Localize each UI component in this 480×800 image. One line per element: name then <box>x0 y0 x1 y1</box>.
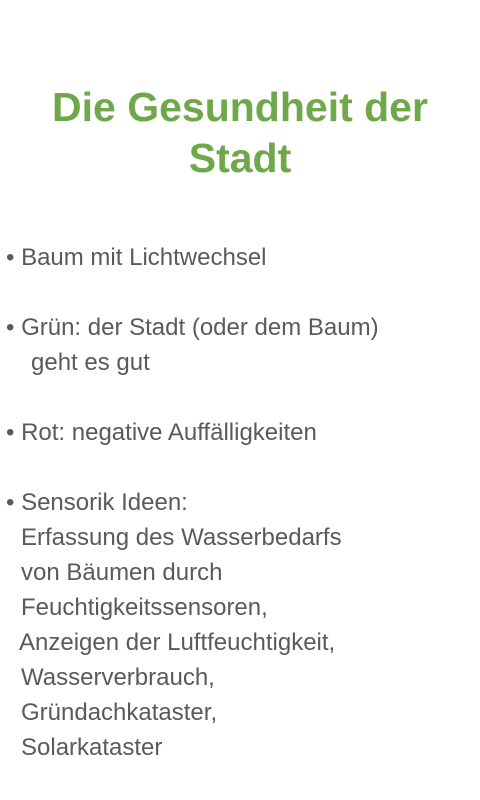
bullet-text-continuation: Erfassung des Wasserbedarfs <box>21 524 342 551</box>
bullet-text: • Rot: negative Auffälligkeiten <box>6 419 317 446</box>
bullet-item-sensorik: • Sensorik Ideen: Erfassung des Wasserbe… <box>6 485 476 765</box>
bullet-text-continuation: von Bäumen durch <box>21 559 223 586</box>
bullet-text-continuation: Gründachkataster, <box>21 699 218 726</box>
bullet-item-rot: • Rot: negative Auffälligkeiten <box>6 415 476 450</box>
bullet-text: • Baum mit Lichtwechsel <box>6 244 267 271</box>
slide-title-line-2: Stadt <box>188 135 292 181</box>
bullet-text: • Grün: der Stadt (oder dem Baum) <box>6 314 379 341</box>
slide-title: Die Gesundheit der Stadt <box>0 82 480 184</box>
bullet-text-continuation: Feuchtigkeitssensoren, <box>21 594 268 621</box>
bullet-item-gruen: • Grün: der Stadt (oder dem Baum) geht e… <box>6 310 476 380</box>
slide-title-line-1: Die Gesundheit der <box>52 84 428 130</box>
slide: Die Gesundheit der Stadt • Baum mit Lich… <box>0 0 480 800</box>
bullet-list: • Baum mit Lichtwechsel • Grün: der Stad… <box>6 240 476 800</box>
bullet-item-baum: • Baum mit Lichtwechsel <box>6 240 476 275</box>
bullet-text-continuation: Anzeigen der Luftfeuchtigkeit, <box>19 629 336 656</box>
bullet-text-continuation: Wasserverbrauch, <box>21 664 215 691</box>
bullet-text: • Sensorik Ideen: <box>6 489 188 516</box>
bullet-text-continuation: Solarkataster <box>21 734 163 761</box>
bullet-text-continuation: geht es gut <box>31 349 150 376</box>
